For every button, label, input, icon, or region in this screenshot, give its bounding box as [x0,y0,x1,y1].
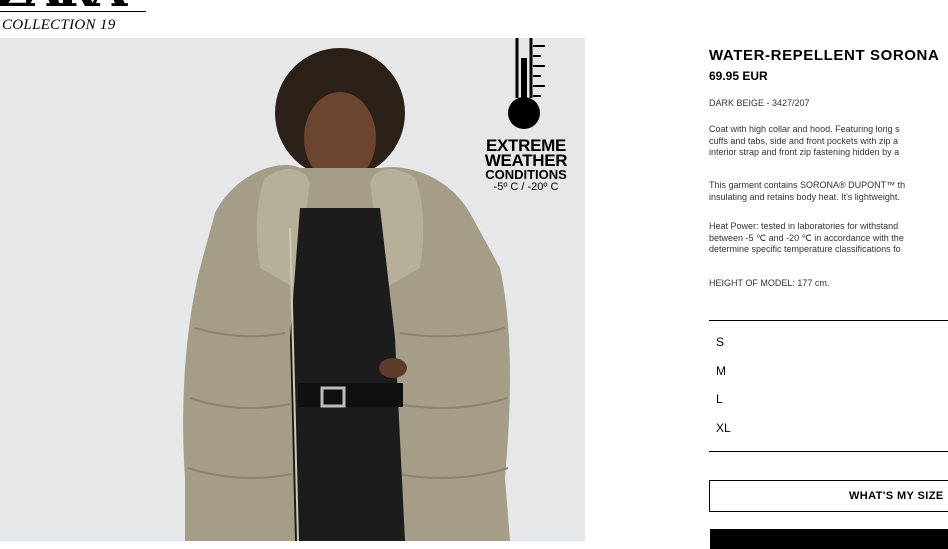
add-to-bag-button[interactable] [710,529,948,549]
size-selector: S M L XL [709,320,948,452]
color-reference: DARK BEIGE - 3427/207 [709,98,810,108]
brand-logo[interactable]: ZARA COLLECTION 19 [0,0,160,38]
model-photo [183,48,510,541]
badge-temperature: -5º C / -20º C [493,181,559,193]
description-paragraph-2: This garment contains SORONA® DUPONT™ th… [709,180,905,203]
size-option-l[interactable]: L [716,392,723,406]
description-line: Heat Power: tested in laboratories for w… [709,221,899,231]
description-paragraph-1: Coat with high collar and hood. Featurin… [709,124,900,159]
description-line: cuffs and tabs, side and front pockets w… [709,135,898,146]
badge-line-conditions: CONDITIONS [485,167,567,182]
description-paragraph-3: Heat Power: tested in laboratories for w… [709,221,904,256]
description-line: insulating and retains body heat. It's l… [709,191,900,202]
weather-badge: EXTREME WEATHER CONDITIONS -5º C / -20º … [480,137,572,193]
size-option-xl[interactable]: XL [716,421,731,435]
description-line: This garment contains SORONA® DUPONT™ th [709,180,906,190]
description-line: between -5 ℃ and -20 ℃ in accordance wit… [709,232,904,243]
description-line: interior strap and front zip fastening h… [709,147,900,157]
badge-line-weather: WEATHER [484,151,568,170]
thermometer-icon [508,38,545,129]
model-height: HEIGHT OF MODEL: 177 cm. [709,278,830,288]
whats-my-size-button[interactable]: WHAT'S MY SIZE [709,480,948,512]
collection-label: COLLECTION 19 [2,17,116,33]
description-line: Coat with high collar and hood. Featurin… [709,124,900,134]
description-line: determine specific temperature classific… [709,244,901,254]
size-option-m[interactable]: M [716,364,726,378]
product-price: 69.95 EUR [709,69,768,83]
size-option-s[interactable]: S [716,335,724,349]
logo-divider [0,11,146,12]
product-image[interactable]: EXTREME WEATHER CONDITIONS -5º C / -20º … [0,38,585,541]
product-title: WATER-REPELLENT SORONA [709,47,940,64]
